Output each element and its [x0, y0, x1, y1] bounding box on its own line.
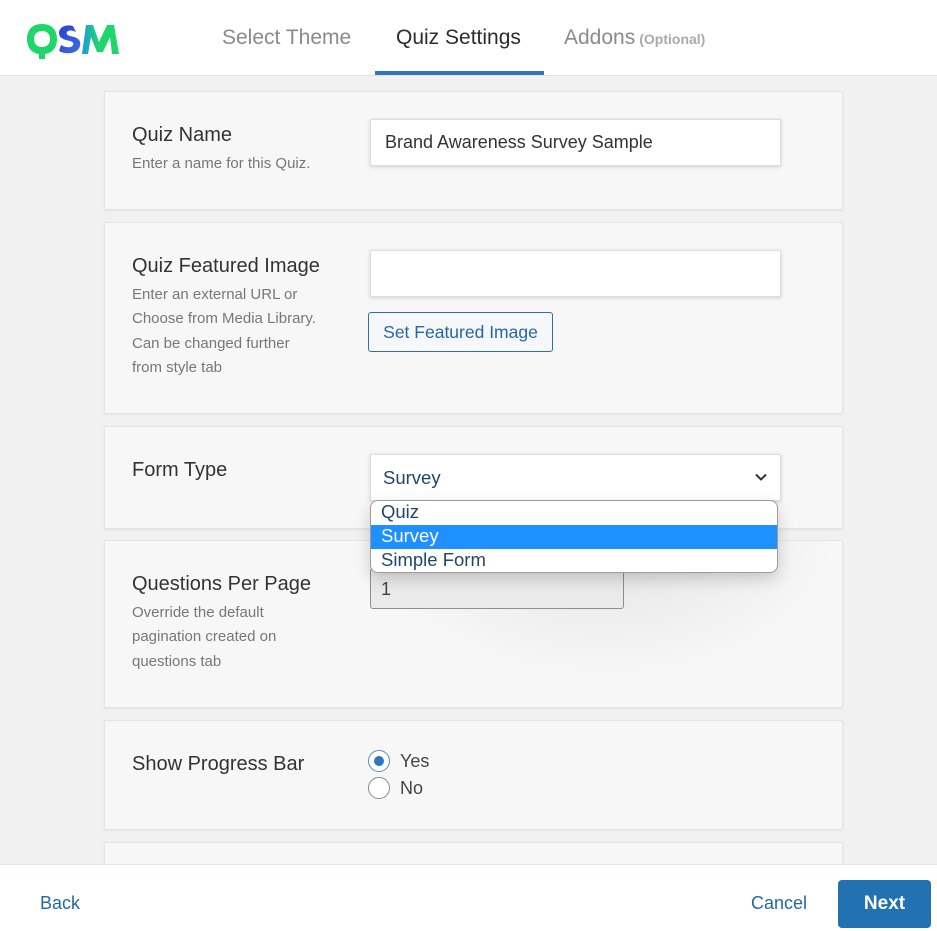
- form-type-dropdown-list[interactable]: Quiz Survey Simple Form: [370, 500, 778, 573]
- next-button[interactable]: Next: [838, 880, 931, 928]
- button-label: Next: [863, 893, 906, 914]
- set-featured-image-button[interactable]: Set Featured Image: [368, 312, 553, 352]
- progress-bar-label: Show Progress Bar: [132, 753, 305, 775]
- radio-button[interactable]: [368, 777, 390, 799]
- description-line: from style tab: [132, 358, 223, 376]
- quiz-name-label: Quiz Name: [132, 124, 233, 146]
- featured-image-label: Quiz Featured Image: [132, 255, 320, 277]
- featured-image-description: Enter an external URL or Choose from Med…: [132, 283, 352, 380]
- radio-label: Yes: [400, 750, 430, 771]
- tab-label: Quiz Settings: [396, 26, 521, 49]
- back-button[interactable]: Back: [40, 893, 80, 914]
- form-type-label: Form Type: [132, 459, 228, 481]
- cancel-button[interactable]: Cancel: [751, 893, 807, 914]
- footer-bar: Back Cancel Next: [0, 864, 937, 931]
- progress-bar-yes-option[interactable]: Yes: [368, 750, 429, 772]
- progress-bar-card: Show Progress Bar Yes No: [104, 720, 843, 830]
- description-line: Enter an external URL or: [132, 286, 298, 303]
- quiz-name-input[interactable]: [370, 119, 781, 166]
- tab-label: Select Theme: [222, 26, 352, 49]
- questions-per-page-description: Override the default pagination created …: [132, 601, 352, 674]
- questions-per-page-label: Questions Per Page: [132, 573, 311, 595]
- quiz-name-card: Quiz Name Enter a name for this Quiz.: [104, 91, 843, 210]
- radio-button-checked[interactable]: [368, 750, 390, 772]
- radio-label: No: [400, 777, 424, 798]
- dropdown-option-quiz[interactable]: Quiz: [371, 501, 777, 525]
- chevron-down-icon: [755, 473, 767, 481]
- next-setting-card: [104, 842, 843, 864]
- featured-image-url-input[interactable]: [370, 250, 781, 297]
- button-label: Set Featured Image: [383, 321, 538, 342]
- selected-value: Survey: [383, 467, 441, 488]
- tab-label: Addons: [564, 26, 636, 49]
- tab-quiz-settings[interactable]: Quiz Settings: [396, 26, 521, 50]
- dropdown-option-survey[interactable]: Survey: [371, 525, 777, 549]
- description-line: Choose from Media Library.: [132, 310, 316, 328]
- dropdown-option-simple-form[interactable]: Simple Form: [371, 549, 777, 572]
- settings-content[interactable]: Quiz Name Enter a name for this Quiz. Qu…: [0, 77, 937, 864]
- optional-badge: (Optional): [639, 31, 706, 47]
- description-line: questions tab: [132, 652, 222, 670]
- questions-per-page-input[interactable]: 1: [370, 568, 624, 609]
- description-line: pagination created on: [132, 628, 277, 646]
- tab-select-theme[interactable]: Select Theme: [222, 26, 351, 50]
- top-navigation-bar: Select Theme Quiz Settings Addons (Option…: [0, 0, 937, 76]
- progress-bar-no-option[interactable]: No: [368, 777, 423, 799]
- quiz-name-description: Enter a name for this Quiz.: [132, 155, 311, 172]
- form-type-select[interactable]: Survey: [370, 454, 781, 501]
- active-tab-indicator: [375, 71, 544, 75]
- description-line: Override the default: [132, 604, 264, 621]
- featured-image-card: Quiz Featured Image Enter an external UR…: [104, 222, 843, 414]
- input-value: 1: [381, 579, 392, 599]
- tab-addons[interactable]: Addons (Optional): [564, 26, 705, 50]
- description-line: Can be changed further: [132, 334, 290, 352]
- qsm-logo: [27, 24, 119, 59]
